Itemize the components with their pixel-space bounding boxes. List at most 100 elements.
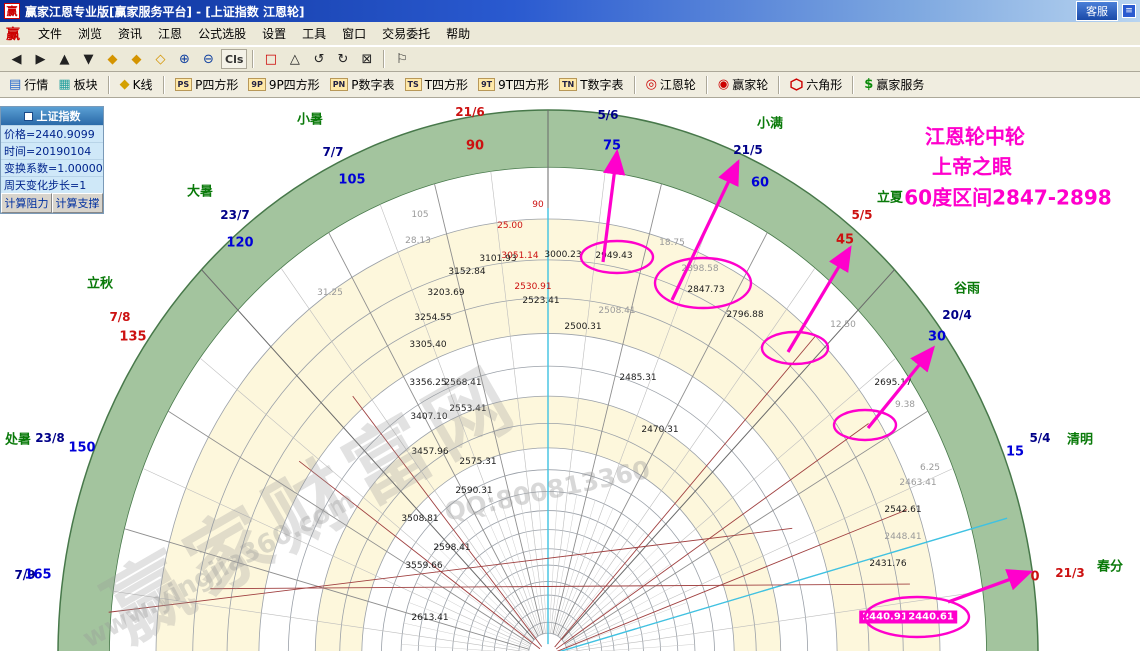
9t-square-icon: 9T: [478, 78, 496, 91]
main-toolbar: ◀ ▶ ▲ ▼ ◆ ◆ ◇ ⊕ ⊖ Cls □ △ ↺ ↻ ⊠ ⚐: [0, 46, 1140, 72]
tool-market-quotes[interactable]: ▤ 行情: [5, 74, 52, 95]
toolbar-separator: [107, 75, 110, 94]
tool-label: T四方形: [424, 78, 469, 92]
down-button[interactable]: ▼: [77, 49, 100, 69]
menu-item-5[interactable]: 设置: [254, 23, 294, 44]
tool-9t-square[interactable]: 9T 9T四方形: [474, 74, 553, 95]
tool-label: 9T四方形: [498, 78, 550, 92]
cls-button[interactable]: Cls: [221, 49, 248, 69]
tool-kline[interactable]: ◆ K线: [116, 74, 157, 95]
app-logo-icon: 赢: [4, 3, 20, 19]
tool-label: 板块: [73, 78, 98, 92]
winner-service-icon: $: [864, 77, 874, 92]
toolbar-separator: [778, 75, 781, 94]
index-panel-header: 上证指数: [1, 107, 103, 125]
menubar-items: 文件 浏览 资讯 江恩 公式选股 设置 工具 窗口 交易委托 帮助: [30, 23, 478, 44]
index-info-row-2: 变换系数=1.00000: [1, 159, 103, 176]
tool-9p-square[interactable]: 9P 9P四方形: [244, 74, 323, 95]
diamond-tool-3[interactable]: ◇: [149, 49, 172, 69]
zoom-out-button[interactable]: ⊖: [197, 49, 220, 69]
rotate-right-button[interactable]: ↻: [331, 49, 354, 69]
menu-item-3[interactable]: 江恩: [150, 23, 190, 44]
index-panel-icon: [23, 111, 33, 121]
t-square-icon: TS: [404, 78, 422, 91]
tool-label: 赢家服务: [876, 78, 925, 92]
price-tag: 2440.61: [905, 610, 957, 624]
triangle-tool[interactable]: △: [283, 49, 306, 69]
tool-winner-wheel[interactable]: ◉ 赢家轮: [714, 74, 772, 95]
zoom-in-button[interactable]: ⊕: [173, 49, 196, 69]
tool-label: 9P四方形: [268, 78, 320, 92]
kline-icon: ◆: [119, 77, 130, 92]
tool-sectors[interactable]: ▦ 板块: [54, 74, 101, 95]
index-info-row-1: 时间=20190104: [1, 142, 103, 159]
tool-label: K线: [132, 78, 153, 92]
tool-label: 六角形: [806, 78, 843, 92]
menu-item-7[interactable]: 窗口: [334, 23, 374, 44]
index-info-row-3: 周天变化步长=1: [1, 176, 103, 193]
back-button[interactable]: ◀: [5, 49, 28, 69]
toolbar-separator: [383, 50, 386, 68]
annotation-line-1: 上帝之眼: [932, 154, 1012, 179]
menu-item-9[interactable]: 帮助: [438, 23, 478, 44]
up-button[interactable]: ▲: [53, 49, 76, 69]
p-number-table-icon: PN: [329, 78, 349, 91]
toolbar-separator: [705, 75, 708, 94]
menu-logo-icon: 赢: [6, 26, 20, 43]
t-number-table-icon: TN: [559, 78, 578, 91]
tool-t-number-table[interactable]: TN T数字表: [555, 74, 628, 95]
index-info-row-0: 价格=2440.9099: [1, 125, 103, 142]
tool-p-number-table[interactable]: PN P数字表: [326, 74, 399, 95]
tools-toolbar: ▤ 行情 ▦ 板块 ◆ K线 PS P四方形 9P 9P四方形 PN P数字表 TS T四方形 9T 9T四方…: [0, 72, 1140, 98]
crop-tool[interactable]: ⊠: [355, 49, 378, 69]
tool-label: P数字表: [351, 78, 395, 92]
menu-bar: 赢 文件 浏览 资讯 江恩 公式选股 设置 工具 窗口 交易委托 帮助: [0, 22, 1140, 46]
sectors-icon: ▦: [58, 77, 71, 92]
customer-service-button[interactable]: 客服: [1076, 1, 1118, 21]
p-square-icon: PS: [174, 78, 193, 91]
title-bar: 赢 赢家江恩专业版[赢家服务平台] - [上证指数 江恩轮] 客服 ≡: [0, 0, 1140, 22]
diamond-tool-1[interactable]: ◆: [101, 49, 124, 69]
toolbar-separator: [162, 75, 165, 94]
calc-resistance-button[interactable]: 计算阻力: [1, 193, 52, 213]
9p-square-icon: 9P: [248, 78, 266, 91]
tool-gann-wheel[interactable]: ◎ 江恩轮: [642, 74, 700, 95]
gann-wheel-chart: 赢家财富网 www.yingjia360.com QQ:800813360 10…: [0, 98, 1140, 651]
index-info-panel: 上证指数 价格=2440.9099 时间=20190104 变换系数=1.00000…: [0, 106, 104, 214]
annotation-line-2: 60度区间2847-2898: [904, 185, 1112, 210]
flag-tool[interactable]: ⚐: [390, 49, 413, 69]
rotate-left-button[interactable]: ↺: [307, 49, 330, 69]
tool-winner-service[interactable]: $ 赢家服务: [860, 74, 928, 95]
diamond-tool-2[interactable]: ◆: [125, 49, 148, 69]
forward-button[interactable]: ▶: [29, 49, 52, 69]
tool-label: P四方形: [195, 78, 239, 92]
toolbar-separator: [633, 75, 636, 94]
menu-item-6[interactable]: 工具: [294, 23, 334, 44]
window-title: 赢家江恩专业版[赢家服务平台] - [上证指数 江恩轮]: [25, 4, 305, 19]
app-window: 赢 赢家江恩专业版[赢家服务平台] - [上证指数 江恩轮] 客服 ≡ 赢 文件…: [0, 0, 1140, 651]
menu-item-1[interactable]: 浏览: [70, 23, 110, 44]
menu-item-0[interactable]: 文件: [30, 23, 70, 44]
toolbar-separator: [852, 75, 855, 94]
tool-p-square[interactable]: PS P四方形: [171, 74, 243, 95]
menu-item-2[interactable]: 资讯: [110, 23, 150, 44]
toolbar-separator: [252, 50, 255, 68]
panel-toggle-icon[interactable]: ≡: [1122, 4, 1136, 18]
rect-tool[interactable]: □: [259, 49, 282, 69]
tool-label: T数字表: [580, 78, 624, 92]
menu-item-4[interactable]: 公式选股: [190, 23, 254, 44]
tool-label: 江恩轮: [659, 78, 696, 92]
gann-wheel-icon: ◎: [645, 77, 657, 92]
menu-item-8[interactable]: 交易委托: [374, 23, 438, 44]
tool-label: 行情: [24, 78, 49, 92]
annotation-line-0: 江恩轮中轮: [925, 124, 1025, 149]
index-name: 上证指数: [36, 110, 81, 123]
tool-hexagon[interactable]: 六角形: [786, 74, 846, 95]
tool-label: 赢家轮: [732, 78, 769, 92]
tool-t-square[interactable]: TS T四方形: [401, 74, 473, 95]
market-quotes-icon: ▤: [9, 77, 22, 92]
price-tag: 2440.91: [859, 610, 911, 624]
calc-support-button[interactable]: 计算支撑: [52, 193, 103, 213]
index-panel-buttons: 计算阻力 计算支撑: [1, 193, 103, 213]
index-panel-rows: 价格=2440.9099 时间=20190104 变换系数=1.00000 周天变化步…: [1, 125, 103, 193]
